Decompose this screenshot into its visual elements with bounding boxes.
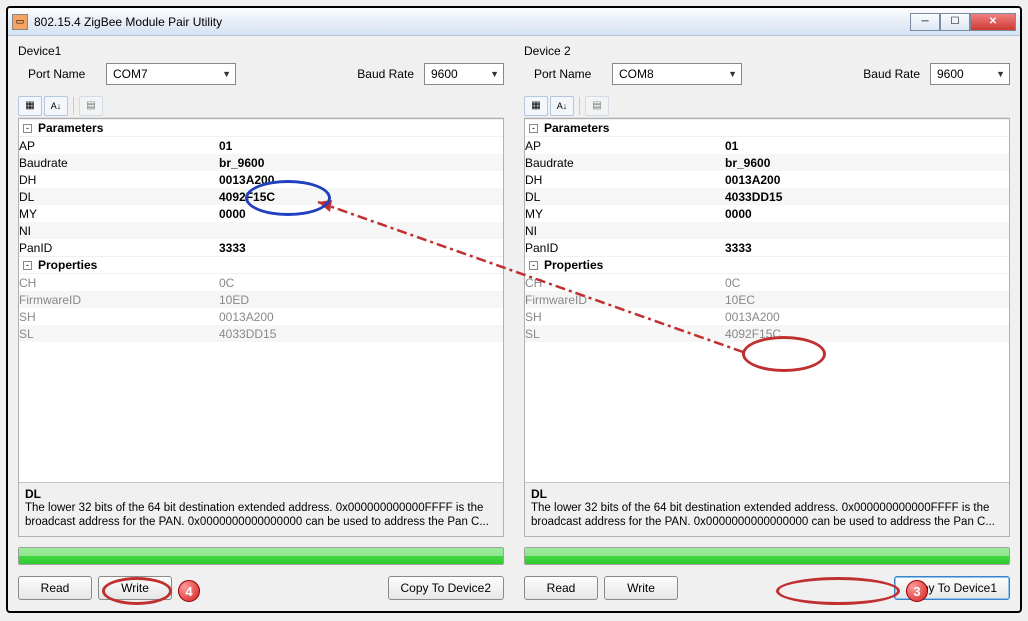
window-controls: ─ ☐ ✕: [910, 13, 1016, 31]
collapse-icon: -: [529, 124, 538, 133]
param-row[interactable]: AP01: [525, 137, 1009, 154]
separator: [579, 97, 580, 115]
device1-copy-button[interactable]: Copy To Device2: [388, 576, 505, 600]
device2-port-value: COM8: [619, 67, 654, 81]
categorized-button[interactable]: ▦: [18, 96, 42, 116]
device2-progressbar: [524, 547, 1010, 565]
desc-body: The lower 32 bits of the 64 bit destinat…: [25, 501, 497, 530]
param-row[interactable]: DH0013A200: [19, 171, 503, 188]
properties-section-header[interactable]: - Properties: [19, 256, 503, 274]
param-row[interactable]: NI: [19, 222, 503, 239]
param-row[interactable]: AP01: [19, 137, 503, 154]
device2-baud-value: 9600: [937, 67, 964, 81]
device1-progressbar: [18, 547, 504, 565]
collapse-icon: -: [23, 124, 32, 133]
prop-row[interactable]: FirmwareID10ED: [19, 291, 503, 308]
chevron-down-icon: ▼: [728, 69, 737, 79]
device1-port-label: Port Name: [18, 67, 96, 81]
property-pages-button[interactable]: ▤: [585, 96, 609, 116]
desc-title: DL: [531, 487, 1003, 501]
parameters-section-header[interactable]: - Parameters: [525, 119, 1009, 137]
app-icon: ▭: [12, 14, 28, 30]
param-row[interactable]: PanID3333: [19, 239, 503, 256]
device1-button-row: Read Write Copy To Device2: [18, 575, 504, 601]
param-row[interactable]: DL4033DD15: [525, 188, 1009, 205]
device2-description-pane: DL The lower 32 bits of the 64 bit desti…: [525, 482, 1009, 536]
device2-panel: Device 2 Port Name COM8 ▼ Baud Rate 9600…: [524, 44, 1010, 601]
collapse-icon: -: [23, 261, 32, 270]
window-title: 802.15.4 ZigBee Module Pair Utility: [34, 15, 910, 29]
device1-baud-label: Baud Rate: [347, 67, 414, 81]
prop-row[interactable]: FirmwareID10EC: [525, 291, 1009, 308]
device2-port-label: Port Name: [524, 67, 602, 81]
prop-row[interactable]: CH0C: [19, 274, 503, 291]
device2-button-row: Read Write Copy To Device1: [524, 575, 1010, 601]
prop-row[interactable]: SL4033DD15: [19, 325, 503, 342]
device2-read-button[interactable]: Read: [524, 576, 598, 600]
device1-read-button[interactable]: Read: [18, 576, 92, 600]
property-pages-button[interactable]: ▤: [79, 96, 103, 116]
parameters-section-header[interactable]: - Parameters: [19, 119, 503, 137]
device1-baud-combobox[interactable]: 9600 ▼: [424, 63, 504, 85]
param-row[interactable]: PanID3333: [525, 239, 1009, 256]
param-row[interactable]: DH0013A200: [525, 171, 1009, 188]
desc-title: DL: [25, 487, 497, 501]
param-row[interactable]: MY0000: [525, 205, 1009, 222]
param-row[interactable]: Baudratebr_9600: [19, 154, 503, 171]
param-row[interactable]: NI: [525, 222, 1009, 239]
prop-row[interactable]: SL4092F15C: [525, 325, 1009, 342]
param-row[interactable]: DL4092F15C: [19, 188, 503, 205]
categorized-button[interactable]: ▦: [524, 96, 548, 116]
chevron-down-icon: ▼: [222, 69, 231, 79]
device1-write-button[interactable]: Write: [98, 576, 172, 600]
alphabetical-button[interactable]: A↓: [44, 96, 68, 116]
titlebar: ▭ 802.15.4 ZigBee Module Pair Utility ─ …: [8, 8, 1020, 36]
close-button[interactable]: ✕: [970, 13, 1016, 31]
prop-row[interactable]: SH0013A200: [19, 308, 503, 325]
desc-body: The lower 32 bits of the 64 bit destinat…: [531, 501, 1003, 530]
chevron-down-icon: ▼: [996, 69, 1005, 79]
device2-copy-button[interactable]: Copy To Device1: [894, 576, 1011, 600]
device1-port-combobox[interactable]: COM7 ▼: [106, 63, 236, 85]
device2-group-label: Device 2: [524, 44, 1010, 58]
collapse-icon: -: [529, 261, 538, 270]
chevron-down-icon: ▼: [490, 69, 499, 79]
device2-baud-combobox[interactable]: 9600 ▼: [930, 63, 1010, 85]
prop-row[interactable]: SH0013A200: [525, 308, 1009, 325]
device1-group-label: Device1: [18, 44, 504, 58]
device2-port-combobox[interactable]: COM8 ▼: [612, 63, 742, 85]
device2-write-button[interactable]: Write: [604, 576, 678, 600]
device1-description-pane: DL The lower 32 bits of the 64 bit desti…: [19, 482, 503, 536]
device2-property-grid[interactable]: - Parameters AP01 Baudratebr_9600 DH0013…: [524, 118, 1010, 537]
client-area: Device1 Port Name COM7 ▼ Baud Rate 9600 …: [8, 36, 1020, 611]
device1-property-grid[interactable]: - Parameters AP01 Baudratebr_9600 DH0013…: [18, 118, 504, 537]
device2-toolbar: ▦ A↓ ▤: [524, 94, 1010, 118]
alphabetical-button[interactable]: A↓: [550, 96, 574, 116]
param-row[interactable]: MY0000: [19, 205, 503, 222]
device1-panel: Device1 Port Name COM7 ▼ Baud Rate 9600 …: [18, 44, 504, 601]
maximize-button[interactable]: ☐: [940, 13, 970, 31]
device2-baud-label: Baud Rate: [853, 67, 920, 81]
device1-port-value: COM7: [113, 67, 148, 81]
properties-section-header[interactable]: - Properties: [525, 256, 1009, 274]
app-window: ▭ 802.15.4 ZigBee Module Pair Utility ─ …: [6, 6, 1022, 613]
minimize-button[interactable]: ─: [910, 13, 940, 31]
device1-baud-value: 9600: [431, 67, 458, 81]
device1-toolbar: ▦ A↓ ▤: [18, 94, 504, 118]
param-row[interactable]: Baudratebr_9600: [525, 154, 1009, 171]
separator: [73, 97, 74, 115]
prop-row[interactable]: CH0C: [525, 274, 1009, 291]
